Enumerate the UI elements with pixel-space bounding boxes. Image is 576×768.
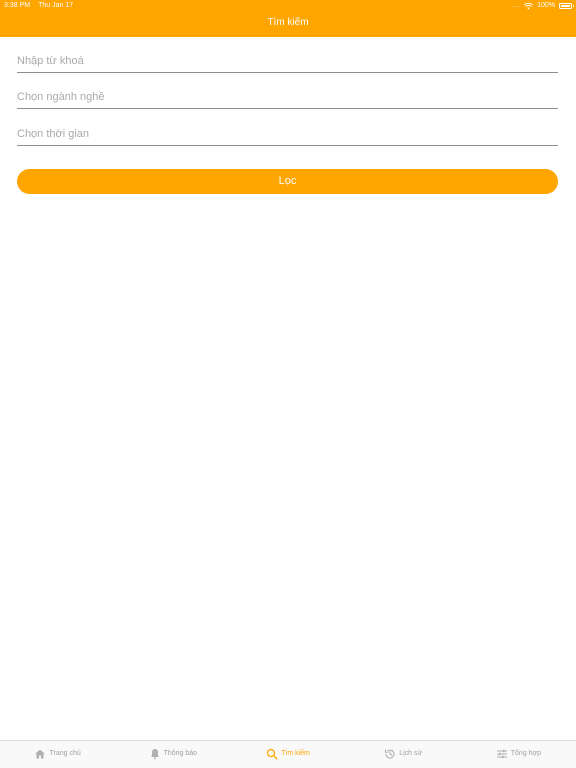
tab-summary-label: Tổng hợp	[510, 750, 542, 757]
industry-select[interactable]	[17, 89, 558, 109]
home-icon	[35, 749, 46, 758]
tab-summary[interactable]: Tổng hợp	[461, 741, 576, 768]
status-time: 3:38 PM	[4, 2, 31, 9]
screen: 3:38 PM Thu Jan 17 .... 100% Tìm kiếm Lọ…	[0, 0, 576, 768]
tab-search-label: Tìm kiếm	[281, 750, 310, 757]
status-bar: 3:38 PM Thu Jan 17 .... 100%	[0, 0, 576, 12]
tab-search[interactable]: Tìm kiếm	[230, 741, 345, 768]
tab-home-label: Trang chủ	[49, 750, 81, 757]
status-right: .... 100%	[511, 0, 574, 12]
sliders-icon	[496, 749, 507, 758]
signal-icon: ....	[511, 3, 521, 9]
tab-notifications-label: Thông báo	[163, 750, 198, 757]
battery-percent: 100%	[537, 2, 555, 9]
header: 3:38 PM Thu Jan 17 .... 100% Tìm kiếm	[0, 0, 576, 37]
tab-history-label: Lịch sử	[399, 750, 423, 757]
page-title: Tìm kiếm	[267, 17, 309, 28]
history-icon	[385, 748, 395, 759]
bell-icon	[150, 748, 159, 759]
status-date: Thu Jan 17	[38, 2, 74, 9]
time-select[interactable]	[17, 126, 558, 146]
battery-icon	[559, 3, 574, 9]
keyword-input[interactable]	[17, 53, 558, 73]
wifi-icon	[524, 2, 534, 9]
search-icon	[266, 748, 278, 760]
tab-home[interactable]: Trang chủ	[0, 741, 115, 768]
tab-history[interactable]: Lịch sử	[346, 741, 461, 768]
tab-bar: Trang chủ Thông báo Tìm kiếm Lịch sử Tổn…	[0, 740, 576, 768]
status-left: 3:38 PM Thu Jan 17	[4, 0, 73, 12]
filter-button[interactable]: Lọc	[17, 169, 558, 194]
tab-notifications[interactable]: Thông báo	[115, 741, 230, 768]
